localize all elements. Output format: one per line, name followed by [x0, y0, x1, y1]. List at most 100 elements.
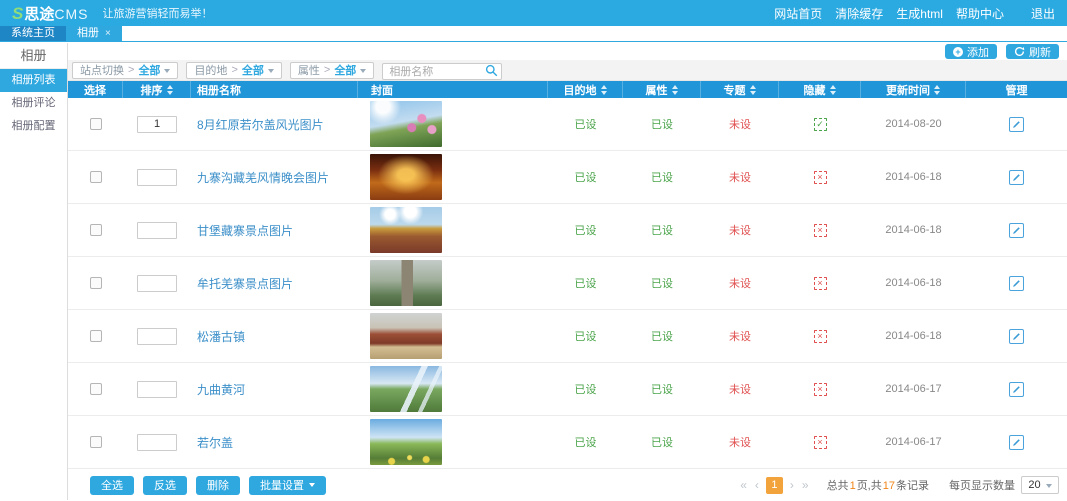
pencil-icon: [1012, 226, 1021, 235]
refresh-button[interactable]: 刷新: [1006, 44, 1059, 59]
tab-system-home[interactable]: 系统主页: [0, 26, 66, 41]
cross-icon[interactable]: ×: [814, 171, 827, 184]
pencil-icon: [1012, 173, 1021, 182]
album-name-link[interactable]: 牟托羌寨景点图片: [197, 275, 293, 292]
updated-date: 2014-06-17: [885, 436, 941, 448]
select-all-button[interactable]: 全选: [90, 476, 134, 495]
order-input[interactable]: [137, 381, 177, 398]
tab-close-icon[interactable]: ×: [105, 26, 111, 41]
chevron-down-icon: [1046, 484, 1052, 491]
check-icon[interactable]: ✓: [814, 118, 827, 131]
cross-icon[interactable]: ×: [814, 224, 827, 237]
column-header-cover: 封面: [358, 81, 548, 98]
album-name-link[interactable]: 甘堡藏寨景点图片: [197, 222, 293, 239]
row-checkbox[interactable]: [90, 436, 102, 448]
order-input[interactable]: [137, 275, 177, 292]
order-input[interactable]: [137, 328, 177, 345]
search-icon[interactable]: [485, 64, 498, 77]
cover-image[interactable]: [370, 207, 442, 253]
cover-image[interactable]: [370, 313, 442, 359]
album-name-link[interactable]: 若尔盖: [197, 434, 233, 451]
column-header-time[interactable]: 更新时间: [861, 81, 966, 98]
column-header-topic[interactable]: 专题: [701, 81, 779, 98]
destination-status: 已设: [575, 328, 597, 344]
filter-bar: 站点切换 > 全部 目的地 > 全部 属性 > 全部: [68, 60, 1067, 81]
toolbar: + 添加 刷新: [68, 43, 1067, 60]
last-page-button[interactable]: »: [798, 478, 813, 492]
link-site-home[interactable]: 网站首页: [774, 5, 822, 22]
search-input[interactable]: [382, 63, 502, 80]
cross-icon[interactable]: ×: [814, 383, 827, 396]
album-name-link[interactable]: 九寨沟藏羌风情晚会图片: [197, 169, 329, 186]
link-generate-html[interactable]: 生成html: [896, 5, 943, 22]
app-logo: S 思途 CMS: [12, 3, 88, 24]
pagination-summary: 总共1页,共17条记录: [827, 477, 929, 493]
edit-icon[interactable]: [1009, 170, 1024, 185]
album-name-link[interactable]: 松潘古镇: [197, 328, 245, 345]
prev-page-button[interactable]: ‹: [751, 478, 763, 492]
logo-cms-text: CMS: [54, 6, 88, 22]
attribute-dropdown[interactable]: 属性 > 全部: [290, 62, 374, 79]
first-page-button[interactable]: «: [736, 478, 751, 492]
attribute-status: 已设: [651, 275, 673, 291]
destination-status: 已设: [575, 116, 597, 132]
sidebar-item-album-comments[interactable]: 相册评论: [0, 92, 67, 115]
tab-album[interactable]: 相册 ×: [66, 26, 122, 41]
order-input[interactable]: [137, 434, 177, 451]
row-checkbox[interactable]: [90, 171, 102, 183]
add-button[interactable]: + 添加: [945, 44, 997, 59]
sidebar-item-album-settings[interactable]: 相册配置: [0, 115, 67, 138]
album-name-link[interactable]: 九曲黄河: [197, 381, 245, 398]
cover-image[interactable]: [370, 419, 442, 465]
delete-button[interactable]: 删除: [196, 476, 240, 495]
row-checkbox[interactable]: [90, 277, 102, 289]
cover-image[interactable]: [370, 101, 442, 147]
sidebar: 相册 相册列表 相册评论 相册配置: [0, 43, 68, 500]
link-logout[interactable]: 退出: [1031, 5, 1055, 22]
batch-set-button[interactable]: 批量设置: [249, 476, 326, 495]
next-page-button[interactable]: ›: [786, 478, 798, 492]
row-checkbox[interactable]: [90, 118, 102, 130]
column-label: 隐藏: [804, 82, 826, 98]
sort-icon: [830, 85, 836, 95]
cross-icon[interactable]: ×: [814, 330, 827, 343]
page-size-select[interactable]: 20: [1021, 476, 1059, 494]
cross-icon[interactable]: ×: [814, 436, 827, 449]
sort-icon: [750, 85, 756, 95]
cover-image[interactable]: [370, 260, 442, 306]
sidebar-item-album-list[interactable]: 相册列表: [0, 69, 67, 92]
cross-icon[interactable]: ×: [814, 277, 827, 290]
row-checkbox[interactable]: [90, 224, 102, 236]
column-header-attr[interactable]: 属性: [623, 81, 701, 98]
link-help-center[interactable]: 帮助中心: [956, 5, 1004, 22]
row-checkbox[interactable]: [90, 383, 102, 395]
row-checkbox[interactable]: [90, 330, 102, 342]
edit-icon[interactable]: [1009, 382, 1024, 397]
column-label: 管理: [1006, 82, 1028, 98]
order-input[interactable]: [137, 116, 177, 133]
column-header-order[interactable]: 排序: [123, 81, 191, 98]
column-header-dest[interactable]: 目的地: [548, 81, 623, 98]
album-name-link[interactable]: 8月红原若尔盖风光图片: [197, 116, 324, 133]
chevron-down-icon: [268, 69, 274, 76]
destination-dropdown[interactable]: 目的地 > 全部: [186, 62, 281, 79]
column-label: 选择: [84, 82, 106, 98]
edit-icon[interactable]: [1009, 276, 1024, 291]
cover-image[interactable]: [370, 154, 442, 200]
main-content: + 添加 刷新 站点切换 > 全部 目的地 > 全部 属性 > 全部: [68, 43, 1067, 500]
attribute-status: 已设: [651, 381, 673, 397]
site-switch-dropdown[interactable]: 站点切换 > 全部: [72, 62, 178, 79]
table-header: 选择 排序相册名称封面目的地属性专题 隐藏 更新时间 管理: [68, 81, 1067, 98]
cover-image[interactable]: [370, 366, 442, 412]
order-input[interactable]: [137, 169, 177, 186]
edit-icon[interactable]: [1009, 435, 1024, 450]
current-page-button[interactable]: 1: [766, 477, 783, 494]
edit-icon[interactable]: [1009, 223, 1024, 238]
edit-icon[interactable]: [1009, 117, 1024, 132]
invert-select-button[interactable]: 反选: [143, 476, 187, 495]
order-input[interactable]: [137, 222, 177, 239]
edit-icon[interactable]: [1009, 329, 1024, 344]
column-header-hidden[interactable]: 隐藏: [779, 81, 861, 98]
column-header-name: 相册名称: [191, 81, 358, 98]
link-clear-cache[interactable]: 清除缓存: [835, 5, 883, 22]
